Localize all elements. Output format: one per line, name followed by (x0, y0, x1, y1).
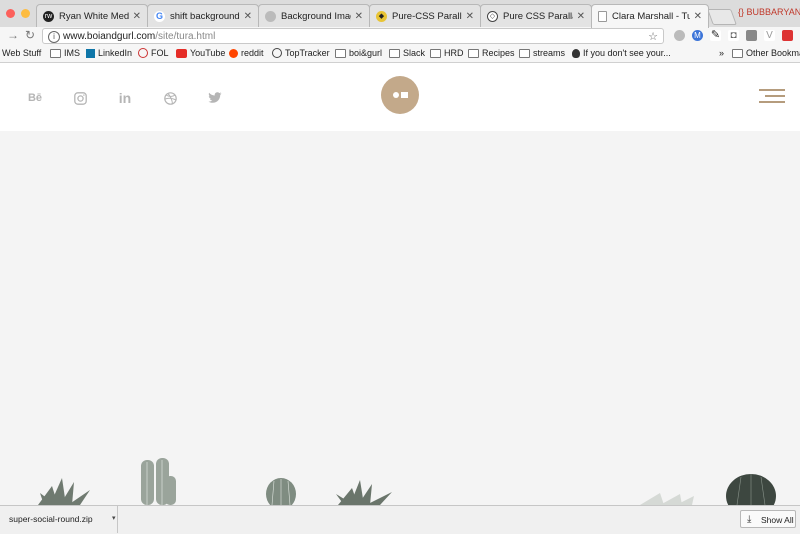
close-icon[interactable]: ✕ (133, 11, 141, 22)
bookmark-streams[interactable]: streams (519, 48, 565, 58)
folder-icon (519, 48, 530, 58)
m-extension-icon[interactable]: M (692, 30, 703, 41)
dribbble-icon[interactable] (161, 89, 179, 107)
reddit-icon (229, 48, 238, 58)
bookmark-other[interactable]: Other Bookmarks (732, 48, 800, 58)
site-header: Bē in (0, 63, 800, 131)
new-tab-button[interactable] (707, 9, 737, 25)
bookmark-apple[interactable]: If you don't see your... (572, 48, 671, 58)
close-icon[interactable]: ✕ (466, 11, 474, 22)
bookmark-boi-gurl[interactable]: boi&gurl (335, 48, 382, 58)
youtube-icon (176, 48, 187, 58)
web-page: Bē in (0, 63, 800, 505)
bookmark-youtube[interactable]: YouTube (176, 48, 225, 58)
url-domain: www.boiandgurl.com (63, 31, 156, 42)
red-extension-icon[interactable] (782, 30, 793, 41)
folder-icon (468, 48, 479, 58)
linkedin-icon (86, 48, 95, 58)
rw-icon: rw (43, 10, 54, 22)
logo-square (400, 92, 408, 98)
linkedin-icon[interactable]: in (116, 89, 134, 107)
bookmarks-overflow[interactable]: » (719, 48, 724, 58)
menu-line (759, 89, 785, 91)
download-item[interactable]: super-social-round.zip (0, 506, 118, 533)
tab-strip: rw Ryan White Media ✕ G shift background… (0, 0, 800, 28)
bookmark-star-icon[interactable]: ☆ (648, 29, 658, 45)
address-bar[interactable]: i www.boiandgurl.com/site/tura.html ☆ (42, 28, 664, 44)
close-window-button[interactable] (6, 9, 15, 18)
bookmark-reddit[interactable]: reddit (229, 48, 264, 58)
bookmark-linkedin[interactable]: LinkedIn (86, 48, 132, 58)
tab-clara-marshall[interactable]: Clara Marshall - Tura ✕ (591, 4, 709, 28)
bookmark-recipes[interactable]: Recipes (468, 48, 515, 58)
bookmark-web-stuff[interactable]: Web Stuff (2, 48, 41, 58)
download-filename: super-social-round.zip (9, 514, 93, 524)
folder-icon (732, 48, 743, 58)
reload-icon[interactable]: ↻ (25, 28, 35, 42)
stack-icon (265, 10, 276, 22)
tab-background-image[interactable]: Background Image a ✕ (258, 4, 370, 27)
folder-icon (50, 48, 61, 58)
camera-icon[interactable]: ◘ (728, 30, 739, 41)
codepen-icon: ◇ (487, 10, 498, 22)
cloud-icon[interactable] (674, 30, 685, 41)
instagram-icon[interactable] (71, 89, 89, 107)
twitter-icon[interactable] (206, 89, 224, 107)
close-icon[interactable]: ✕ (355, 11, 363, 22)
forward-arrow-icon[interactable]: → (7, 28, 19, 42)
close-icon[interactable]: ✕ (244, 11, 252, 22)
bookmark-toptracker[interactable]: TopTracker (272, 48, 330, 58)
hamburger-menu-icon[interactable] (759, 88, 785, 104)
download-icon: ⤓ (747, 514, 752, 525)
tab-ryan-white-media[interactable]: rw Ryan White Media ✕ (36, 4, 148, 27)
tab-shift-background[interactable]: G shift background ima ✕ (147, 4, 259, 27)
chevron-down-icon[interactable]: ▾ (112, 514, 116, 522)
tab-pure-css-parallax-ef[interactable]: ◇ Pure CSS Parallax Ef ✕ (480, 4, 592, 27)
profile-icon: {} (738, 7, 745, 17)
fol-icon (138, 48, 148, 58)
show-all-button[interactable]: ⤓ Show All (740, 510, 796, 528)
folder-icon (335, 48, 346, 58)
bookmark-slack[interactable]: Slack (389, 48, 425, 58)
menu-line (759, 101, 785, 103)
extension-icons: M ✎ ◘ V (674, 30, 793, 41)
codepen-yellow-icon: ◆ (376, 10, 387, 22)
user-extension-icon[interactable] (746, 30, 757, 41)
bookmark-ims[interactable]: IMS (50, 48, 80, 58)
cactus-background-image (38, 458, 776, 505)
bookmark-fol[interactable]: FOL (138, 48, 169, 58)
minimize-window-button[interactable] (21, 9, 30, 18)
folder-icon (430, 48, 441, 58)
downloads-bar: super-social-round.zip ▾ ⤓ Show All (0, 505, 800, 534)
bookmarks-bar: Web Stuff IMS LinkedIn FOL YouTube reddi… (0, 46, 800, 63)
bookmark-hrd[interactable]: HRD (430, 48, 464, 58)
google-icon: G (154, 10, 165, 22)
profile-button[interactable]: {} BUBBARYAN (738, 7, 800, 17)
menu-line (765, 95, 785, 97)
url-path: /site/tura.html (155, 31, 216, 42)
v-extension-icon[interactable]: V (764, 30, 775, 41)
tab-pure-css-parallax-s[interactable]: ◆ Pure-CSS Parallax S ✕ (369, 4, 481, 27)
behance-icon[interactable]: Bē (26, 89, 44, 107)
pen-extension-icon[interactable]: ✎ (710, 30, 721, 41)
clock-icon (272, 48, 282, 58)
site-logo[interactable] (381, 76, 419, 114)
apple-icon (572, 48, 580, 58)
logo-dot (392, 92, 399, 98)
close-icon[interactable]: ✕ (577, 11, 585, 22)
info-icon[interactable]: i (48, 31, 60, 43)
page-icon (598, 11, 607, 22)
folder-icon (389, 48, 400, 58)
close-icon[interactable]: ✕ (694, 11, 702, 22)
